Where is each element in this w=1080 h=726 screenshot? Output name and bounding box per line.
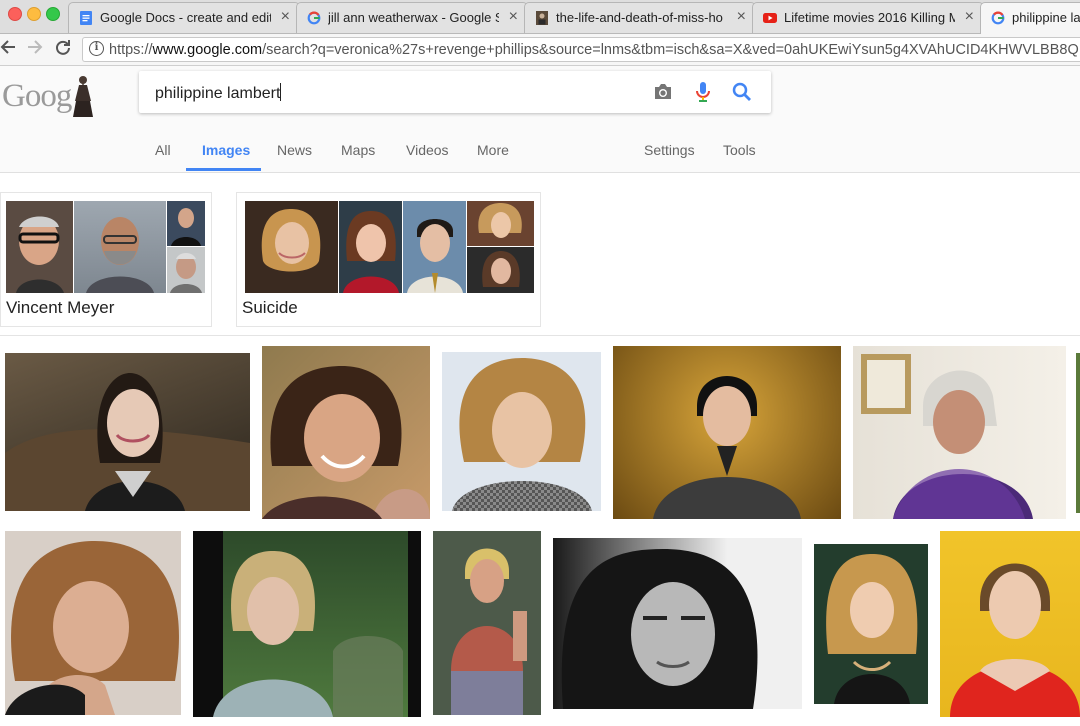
search-box[interactable]: philippine lambert: [139, 71, 771, 113]
image-result[interactable]: [5, 353, 250, 511]
image-result[interactable]: [613, 346, 841, 519]
browser-tab-philippine-lambert[interactable]: philippine lar: [980, 2, 1080, 34]
search-input[interactable]: philippine lambert: [155, 83, 282, 103]
image-result[interactable]: [940, 531, 1080, 717]
image-result[interactable]: [814, 544, 928, 704]
youtube-icon: [763, 13, 777, 23]
page-thumb-icon: [536, 11, 548, 25]
tab-images[interactable]: Images: [202, 142, 250, 158]
browser-tab-lifetime-movies[interactable]: Lifetime movies 2016 Killing M ×: [752, 2, 984, 33]
google-doodle-logo[interactable]: Goog: [2, 74, 100, 118]
address-url: https://www.google.com/search?q=veronica…: [109, 42, 1079, 58]
image-result[interactable]: [442, 352, 601, 511]
image-result[interactable]: [262, 346, 430, 519]
related-thumbnail: [74, 201, 166, 293]
tab-maps[interactable]: Maps: [341, 142, 375, 158]
tab-tools[interactable]: Tools: [723, 142, 756, 158]
tab-settings[interactable]: Settings: [644, 142, 695, 158]
google-g-icon: [991, 11, 1005, 25]
tab-title: Lifetime movies 2016 Killing M: [784, 10, 955, 25]
image-result[interactable]: [1076, 353, 1080, 513]
image-result[interactable]: [5, 531, 181, 715]
doodle-figure-icon: [73, 76, 93, 117]
related-search-card[interactable]: Vincent Meyer: [0, 192, 212, 327]
image-result[interactable]: [433, 531, 541, 715]
related-thumbnail: [245, 201, 338, 293]
camera-icon[interactable]: [651, 80, 675, 104]
image-result[interactable]: [553, 538, 802, 709]
tab-news[interactable]: News: [277, 142, 312, 158]
microphone-icon[interactable]: [691, 80, 715, 104]
tab-all[interactable]: All: [155, 142, 171, 158]
forward-arrow-icon[interactable]: [27, 38, 43, 61]
tab-title: philippine lar: [1012, 10, 1080, 25]
google-g-icon: [307, 11, 321, 25]
reload-icon[interactable]: [55, 38, 71, 61]
browser-tab-strip: Google Docs - create and edit × jill ann…: [0, 0, 1080, 34]
tab-title: Google Docs - create and edit: [100, 10, 271, 25]
browser-toolbar: i https://www.google.com/search?q=veroni…: [0, 34, 1080, 66]
back-arrow-icon[interactable]: [0, 38, 16, 61]
related-thumbnail: [167, 201, 205, 246]
site-info-icon[interactable]: i: [89, 41, 104, 56]
browser-tab-google-docs[interactable]: Google Docs - create and edit ×: [68, 2, 300, 33]
google-search-header: Goog philippine lambert All Images News …: [0, 66, 1080, 173]
google-logo-text: Goog: [2, 78, 72, 114]
active-tab-indicator: [186, 168, 261, 171]
browser-tab-jill-ann[interactable]: jill ann weatherwax - Google S ×: [296, 2, 528, 33]
related-thumbnail: [167, 247, 205, 293]
related-thumbnail: [467, 201, 534, 246]
tab-title: jill ann weatherwax - Google S: [328, 10, 499, 25]
tab-more[interactable]: More: [477, 142, 509, 158]
tab-close-icon[interactable]: ×: [965, 8, 974, 26]
image-result[interactable]: [193, 531, 421, 717]
docs-icon: [80, 11, 92, 25]
related-label: Vincent Meyer: [6, 298, 115, 317]
tab-close-icon[interactable]: ×: [281, 8, 290, 26]
related-thumbnail: [403, 201, 466, 293]
search-nav-tabs: All Images News Maps Videos More Setting…: [0, 132, 1080, 172]
tab-videos[interactable]: Videos: [406, 142, 449, 158]
related-thumbnail: [467, 247, 534, 293]
related-search-card[interactable]: Suicide: [236, 192, 541, 327]
tab-close-icon[interactable]: ×: [509, 8, 518, 26]
search-icon[interactable]: [730, 80, 754, 104]
window-maximize-button[interactable]: [46, 7, 60, 21]
tab-title: the-life-and-death-of-miss-ho: [556, 10, 723, 25]
address-bar[interactable]: i https://www.google.com/search?q=veroni…: [82, 37, 1080, 62]
related-thumbnail: [6, 201, 73, 293]
related-thumbnail: [339, 201, 402, 293]
related-label: Suicide: [242, 298, 298, 317]
text-caret: [280, 83, 282, 101]
tab-close-icon[interactable]: ×: [737, 8, 746, 26]
results-divider: [0, 335, 1080, 336]
browser-tab-life-and-death[interactable]: the-life-and-death-of-miss-ho ×: [524, 2, 756, 33]
image-result[interactable]: [853, 346, 1066, 519]
window-minimize-button[interactable]: [27, 7, 41, 21]
window-close-button[interactable]: [8, 7, 22, 21]
